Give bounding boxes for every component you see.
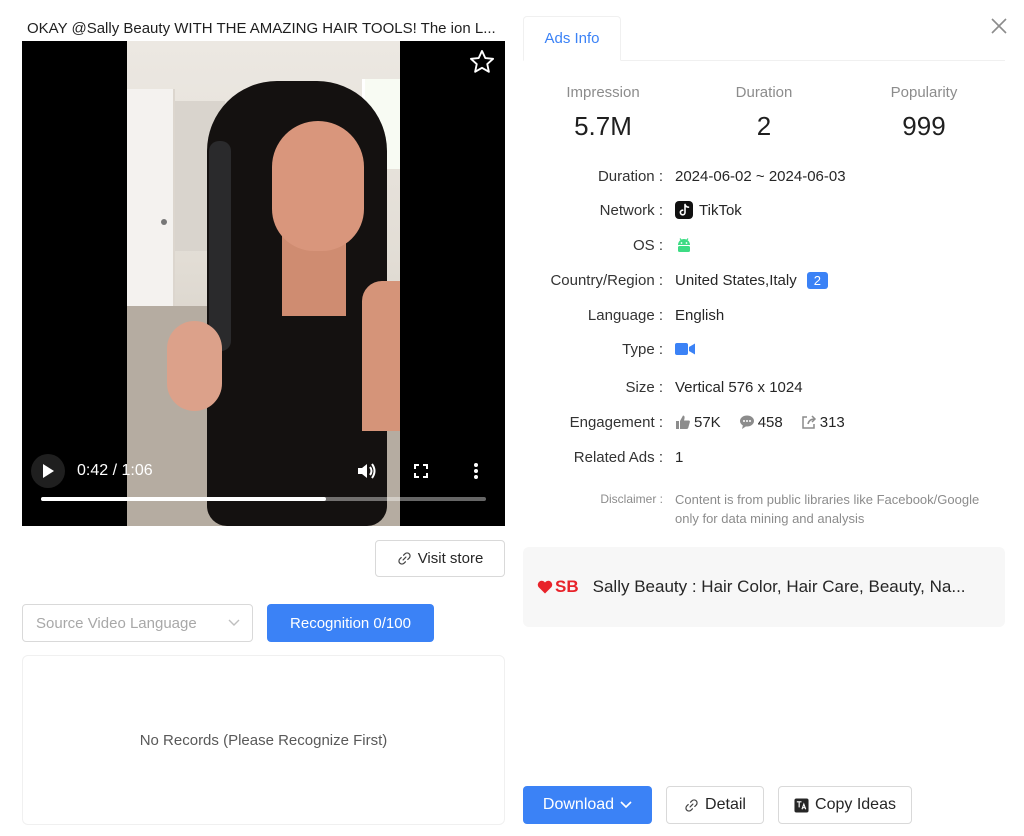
recognition-button[interactable]: Recognition 0/100 [267, 604, 434, 642]
scene-door [127, 89, 175, 309]
stat-label: Popularity [890, 84, 958, 101]
play-icon [43, 464, 54, 478]
detail-button[interactable]: Detail [666, 786, 764, 824]
store-logo-text: SB [555, 577, 579, 596]
records-panel: No Records (Please Recognize First) [22, 655, 505, 825]
source-language-select[interactable]: Source Video Language [22, 604, 253, 642]
os-value-wrap [675, 236, 693, 254]
translate-icon [794, 797, 809, 813]
stat-duration: Duration 2 [684, 84, 844, 142]
type-label: Type : [622, 340, 663, 358]
copy-ideas-label: Copy Ideas [815, 796, 896, 813]
detail-row-language: Language : English [523, 304, 1013, 326]
network-label: Network : [599, 201, 663, 219]
more-vertical-icon [474, 463, 478, 479]
thumbs-up-icon [676, 415, 690, 429]
chevron-down-icon [228, 619, 240, 626]
stat-impression: Impression 5.7M [523, 84, 683, 142]
fullscreen-icon [414, 464, 428, 478]
disclaimer: Disclaimer : Content is from public libr… [523, 490, 1013, 528]
detail-label: Detail [705, 796, 746, 813]
chevron-down-icon [620, 801, 632, 809]
disclaimer-text: Content is from public libraries like Fa… [675, 492, 980, 526]
stat-value: 2 [756, 111, 772, 141]
language-value: English [675, 306, 725, 324]
duration-label: Duration : [597, 167, 663, 185]
comments-stat: 458 [739, 414, 783, 431]
shares-stat: 313 [801, 414, 845, 431]
scene-face [272, 121, 364, 251]
stat-value: 999 [902, 111, 946, 141]
comment-icon [739, 415, 754, 429]
no-records-text: No Records (Please Recognize First) [139, 731, 388, 749]
download-label: Download [542, 796, 615, 813]
size-value: Vertical 576 x 1024 [675, 378, 803, 396]
scene-hand [167, 321, 222, 411]
related-label: Related Ads : [573, 448, 663, 466]
fullscreen-button[interactable] [410, 460, 432, 482]
country-label: Country/Region : [550, 271, 663, 289]
source-language-placeholder: Source Video Language [36, 614, 197, 632]
stat-label: Impression [566, 84, 640, 101]
likes-count: 57K [694, 413, 721, 431]
type-value-wrap [675, 342, 695, 356]
engagement-label: Engagement : [569, 413, 663, 431]
country-count-badge[interactable]: 2 [806, 271, 828, 289]
visit-store-button[interactable]: Visit store [375, 540, 505, 577]
country-value: United States,Italy [675, 271, 797, 289]
more-options-button[interactable] [465, 460, 487, 482]
share-icon [801, 415, 816, 429]
tiktok-icon [675, 201, 693, 219]
language-label: Language : [587, 306, 663, 324]
detail-row-type: Type : [523, 338, 1013, 360]
shares-count: 313 [819, 413, 845, 431]
network-value: TikTok [699, 201, 742, 219]
detail-row-network: Network : TikTok [523, 199, 1013, 221]
tab-ads-info[interactable]: Ads Info [523, 16, 621, 61]
video-time: 0:42 / 1:06 [77, 462, 153, 479]
engagement-value-wrap: 57K 458 313 [675, 414, 857, 431]
detail-row-engagement: Engagement : 57K 458 313 [523, 411, 1013, 433]
duration-value: 2024-06-02 ~ 2024-06-03 [675, 167, 846, 185]
disclaimer-label: Disclaimer : [600, 492, 663, 506]
stat-label: Duration [735, 84, 793, 101]
store-name: Sally Beauty : Hair Color, Hair Care, Be… [592, 577, 966, 596]
comments-count: 458 [757, 413, 783, 431]
video-player[interactable]: 0:42 / 1:06 [22, 41, 505, 526]
detail-row-country: Country/Region : United States,Italy 2 [523, 269, 1013, 291]
video-frame [127, 41, 400, 526]
video-title: OKAY @Sally Beauty WITH THE AMAZING HAIR… [27, 20, 496, 37]
country-value-wrap: United States,Italy 2 [675, 271, 828, 289]
heart-icon [537, 580, 553, 594]
stat-popularity: Popularity 999 [844, 84, 1004, 142]
favorite-star-icon[interactable] [468, 48, 496, 76]
volume-button[interactable] [355, 460, 377, 482]
video-camera-icon [675, 343, 695, 355]
android-icon [678, 238, 690, 252]
detail-row-duration: Duration : 2024-06-02 ~ 2024-06-03 [523, 165, 1013, 187]
size-label: Size : [625, 378, 663, 396]
network-value-wrap: TikTok [675, 201, 742, 219]
link-icon [685, 798, 698, 812]
related-value[interactable]: 1 [675, 449, 683, 466]
video-progress-fill [41, 497, 326, 501]
stat-value: 5.7M [574, 111, 632, 141]
detail-row-size: Size : Vertical 576 x 1024 [523, 376, 1013, 398]
link-icon [398, 552, 411, 565]
os-label: OS : [632, 236, 663, 254]
volume-icon [358, 463, 376, 479]
store-card[interactable]: SB Sally Beauty : Hair Color, Hair Care,… [523, 547, 1005, 627]
detail-row-related: Related Ads : 1 [523, 446, 1013, 468]
scene-shoulder [362, 281, 400, 431]
likes-stat: 57K [675, 414, 721, 431]
visit-store-label: Visit store [417, 550, 484, 567]
store-logo: SB [537, 577, 579, 597]
scene-curling-wand [209, 141, 231, 351]
play-button[interactable] [31, 454, 65, 488]
video-progress-bar[interactable] [41, 497, 486, 501]
tab-bar: Ads Info [523, 16, 1005, 61]
download-button[interactable]: Download [523, 786, 652, 824]
copy-ideas-button[interactable]: Copy Ideas [778, 786, 912, 824]
detail-row-os: OS : [523, 234, 1013, 256]
